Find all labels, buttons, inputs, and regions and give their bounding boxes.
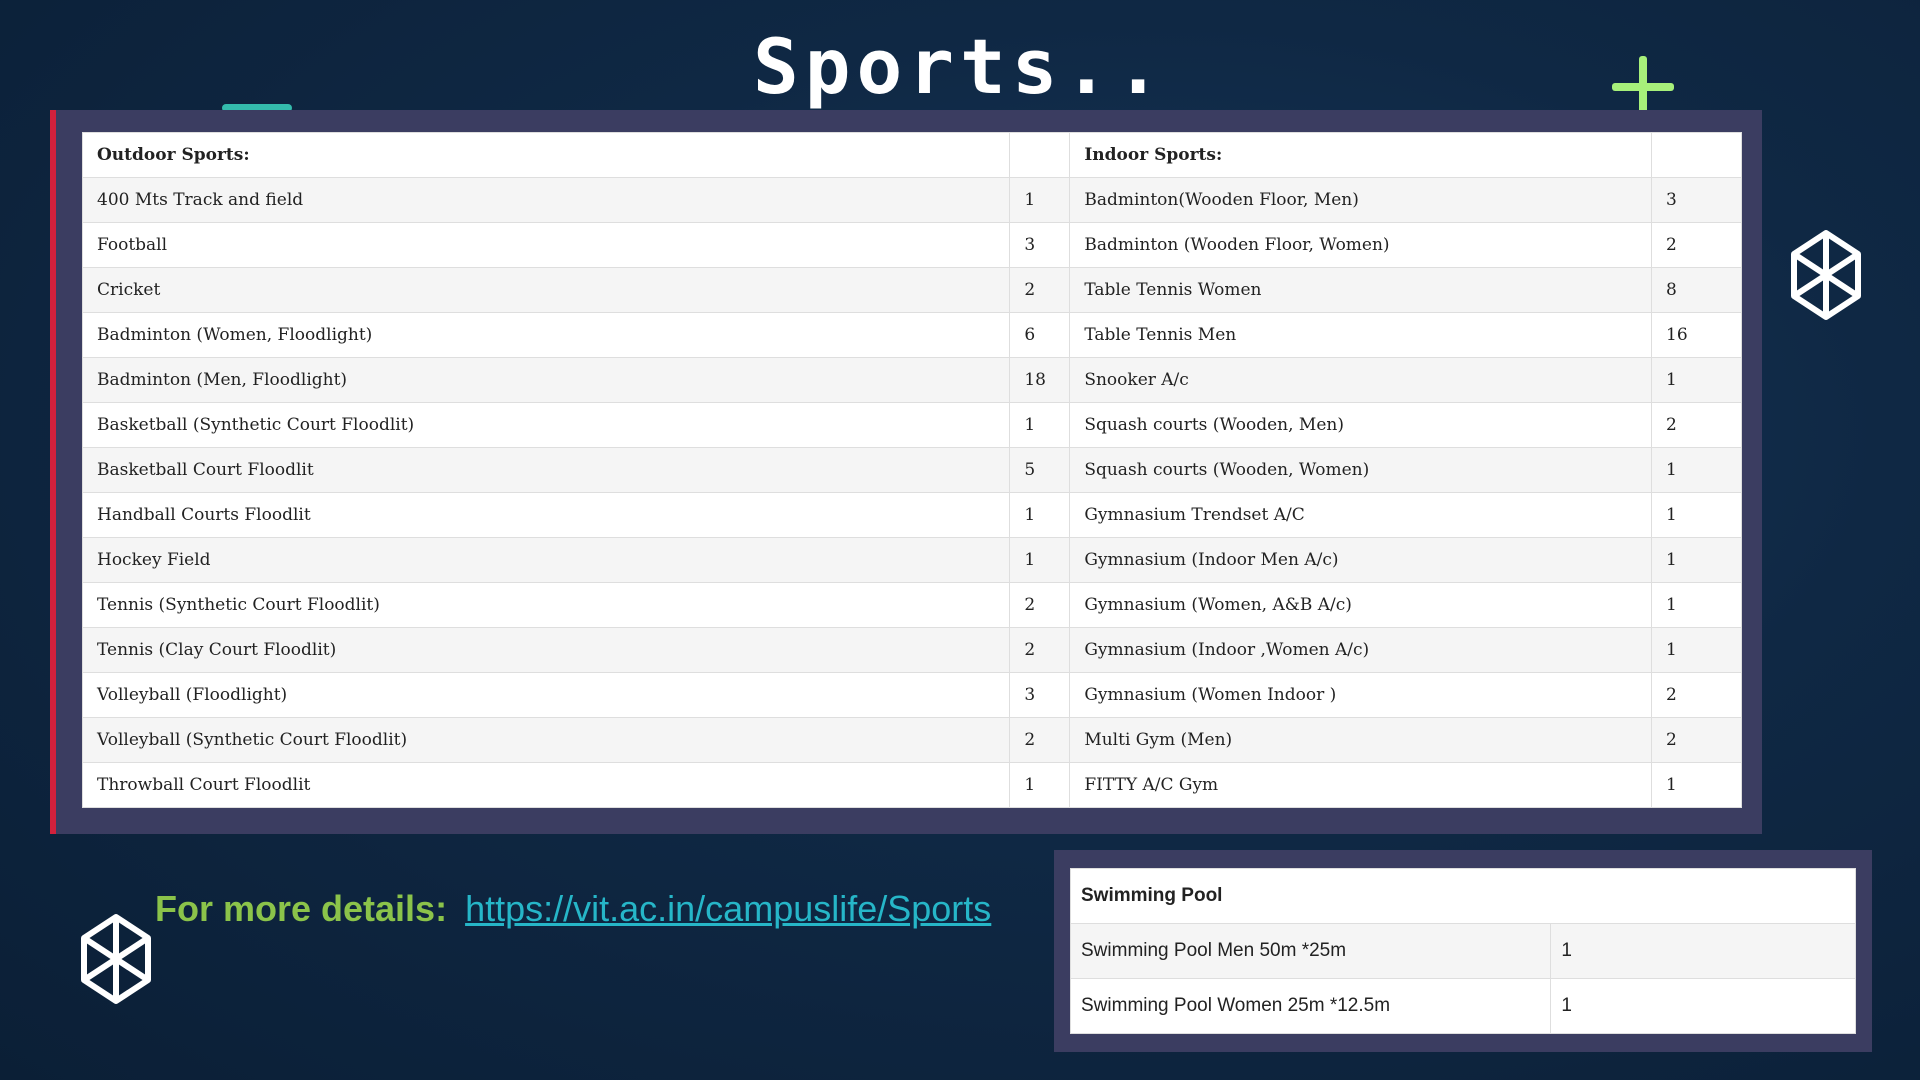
swim-header: Swimming Pool [1070, 868, 1856, 924]
sports-table: Outdoor Sports: Indoor Sports: 400 Mts T… [81, 132, 1742, 808]
table-row: Cricket 2 Table Tennis Women 8 [81, 267, 1742, 313]
outdoor-sport: 400 Mts Track and field [81, 177, 1011, 223]
outdoor-sport: Tennis (Clay Court Floodlit) [81, 627, 1011, 673]
indoor-count: 1 [1651, 762, 1742, 808]
outdoor-count: 5 [1009, 447, 1071, 493]
table-row: Volleyball (Synthetic Court Floodlit) 2 Mu… [81, 717, 1742, 763]
swim-name: Swimming Pool Women 25m *12.5m [1069, 978, 1552, 1034]
outdoor-count: 3 [1009, 222, 1071, 268]
indoor-count: 1 [1651, 537, 1742, 583]
swimming-table-panel: Swimming Pool Swimming Pool Men 50m *25m… [1054, 850, 1872, 1052]
indoor-sport: Gymnasium Trendset A/C [1069, 492, 1653, 538]
indoor-sport: Badminton(Wooden Floor, Men) [1069, 177, 1653, 223]
indoor-sport: FITTY A/C Gym [1069, 762, 1653, 808]
outdoor-count: 1 [1009, 537, 1071, 583]
table-header-row: Outdoor Sports: Indoor Sports: [81, 132, 1742, 178]
outdoor-sport: Hockey Field [81, 537, 1011, 583]
swim-count: 1 [1550, 978, 1856, 1034]
indoor-sport: Table Tennis Women [1069, 267, 1653, 313]
outdoor-sport: Tennis (Synthetic Court Floodlit) [81, 582, 1011, 628]
swim-header-row: Swimming Pool [1070, 868, 1856, 924]
outdoor-count: 1 [1009, 762, 1071, 808]
table-row: Tennis (Clay Court Floodlit) 2 Gymnasium (… [81, 627, 1742, 673]
indoor-count: 1 [1651, 492, 1742, 538]
swimming-table: Swimming Pool Swimming Pool Men 50m *25m… [1069, 868, 1856, 1034]
indoor-sport: Table Tennis Men [1069, 312, 1653, 358]
table-row: Badminton (Women, Floodlight) 6 Table Tenn… [81, 312, 1742, 358]
indoor-count: 1 [1651, 447, 1742, 493]
outdoor-count: 3 [1009, 672, 1071, 718]
indoor-sport: Gymnasium (Women Indoor ) [1069, 672, 1653, 718]
outdoor-count: 2 [1009, 627, 1071, 673]
table-row: Throwball Court Floodlit 1 FITTY A/C Gym 1 [81, 762, 1742, 808]
outdoor-sport: Basketball Court Floodlit [81, 447, 1011, 493]
table-row: Swimming Pool Women 25m *12.5m 1 [1069, 978, 1856, 1034]
outdoor-sport: Badminton (Women, Floodlight) [81, 312, 1011, 358]
table-row: Handball Courts Floodlit 1 Gymnasium Trend… [81, 492, 1742, 538]
indoor-count: 3 [1651, 177, 1742, 223]
outdoor-sport: Basketball (Synthetic Court Floodlit) [81, 402, 1011, 448]
outdoor-sport: Football [81, 222, 1011, 268]
outdoor-count: 18 [1009, 357, 1071, 403]
indoor-count: 2 [1651, 672, 1742, 718]
table-row: Badminton (Men, Floodlight) 18 Snooker A/c… [81, 357, 1742, 403]
outdoor-count: 2 [1009, 582, 1071, 628]
sports-table-panel: Outdoor Sports: Indoor Sports: 400 Mts T… [50, 110, 1762, 834]
indoor-count: 2 [1651, 717, 1742, 763]
outdoor-count: 1 [1009, 402, 1071, 448]
indoor-count-header [1651, 132, 1742, 178]
indoor-sport: Gymnasium (Indoor ,Women A/c) [1069, 627, 1653, 673]
outdoor-sport: Volleyball (Synthetic Court Floodlit) [81, 717, 1011, 763]
table-row: Swimming Pool Men 50m *25m 1 [1069, 923, 1856, 979]
table-row: 400 Mts Track and field 1 Badminton(Wooden… [81, 177, 1742, 223]
outdoor-count: 1 [1009, 492, 1071, 538]
table-row: Hockey Field 1 Gymnasium (Indoor Men A/c) 1 [81, 537, 1742, 583]
indoor-sport: Squash courts (Wooden, Women) [1069, 447, 1653, 493]
indoor-count: 16 [1651, 312, 1742, 358]
indoor-sport: Snooker A/c [1069, 357, 1653, 403]
swim-count: 1 [1550, 923, 1856, 979]
table-row: Basketball (Synthetic Court Floodlit) 1 Sq… [81, 402, 1742, 448]
outdoor-count: 2 [1009, 267, 1071, 313]
table-row: Volleyball (Floodlight) 3 Gymnasium (Women… [81, 672, 1742, 718]
outdoor-count-header [1009, 132, 1071, 178]
indoor-sport: Badminton (Wooden Floor, Women) [1069, 222, 1653, 268]
outdoor-count: 6 [1009, 312, 1071, 358]
indoor-sport: Gymnasium (Indoor Men A/c) [1069, 537, 1653, 583]
indoor-sport: Gymnasium (Women, A&B A/c) [1069, 582, 1653, 628]
outdoor-sport: Throwball Court Floodlit [81, 762, 1011, 808]
indoor-sport: Multi Gym (Men) [1069, 717, 1653, 763]
table-row: Football 3 Badminton (Wooden Floor, Women)… [81, 222, 1742, 268]
table-row: Tennis (Synthetic Court Floodlit) 2 Gymnas… [81, 582, 1742, 628]
indoor-count: 2 [1651, 402, 1742, 448]
indoor-header: Indoor Sports: [1069, 132, 1653, 178]
indoor-count: 2 [1651, 222, 1742, 268]
indoor-count: 8 [1651, 267, 1742, 313]
more-details-label: For more details: [155, 888, 448, 929]
indoor-count: 1 [1651, 357, 1742, 403]
table-row: Basketball Court Floodlit 5 Squash courts … [81, 447, 1742, 493]
outdoor-sport: Volleyball (Floodlight) [81, 672, 1011, 718]
outdoor-sport: Handball Courts Floodlit [81, 492, 1011, 538]
codepen-gem-icon [1791, 230, 1861, 320]
outdoor-sport: Cricket [81, 267, 1011, 313]
outdoor-header: Outdoor Sports: [81, 132, 1011, 178]
indoor-count: 1 [1651, 582, 1742, 628]
indoor-sport: Squash courts (Wooden, Men) [1069, 402, 1653, 448]
outdoor-sport: Badminton (Men, Floodlight) [81, 357, 1011, 403]
more-details: For more details: https://vit.ac.in/camp… [155, 888, 991, 930]
sports-link[interactable]: https://vit.ac.in/campuslife/Sports [465, 888, 991, 929]
swim-name: Swimming Pool Men 50m *25m [1069, 923, 1552, 979]
outdoor-count: 1 [1009, 177, 1071, 223]
outdoor-count: 2 [1009, 717, 1071, 763]
codepen-gem-icon [81, 914, 151, 1004]
indoor-count: 1 [1651, 627, 1742, 673]
